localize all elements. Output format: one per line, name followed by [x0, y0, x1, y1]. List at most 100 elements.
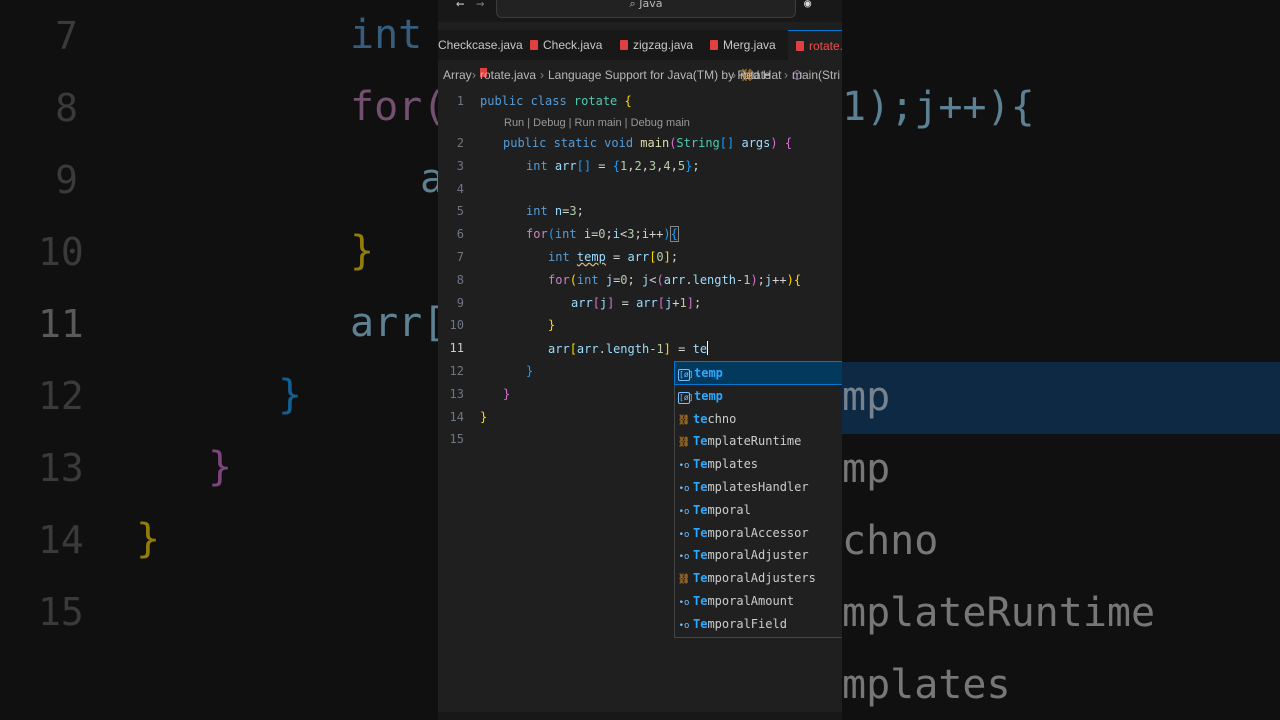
suggestion-item[interactable]: ⛓ TemplateRuntime — [675, 430, 842, 452]
forward-arrow-icon[interactable]: → — [476, 0, 484, 12]
java-file-icon — [530, 40, 538, 50]
code-line-10: } — [548, 318, 556, 332]
bg-line-number: 14 — [38, 518, 84, 562]
breadcrumb-separator: › — [472, 68, 476, 82]
bg-line-number: 15 — [38, 590, 84, 634]
bg-suggest-echo: chno — [842, 518, 939, 564]
bg-line-number: 7 — [55, 14, 78, 58]
code-editor-window: ← → ⌕ Java ◉ Checkcase.java Check.java z… — [438, 0, 842, 720]
line-number: 5 — [456, 204, 464, 218]
bg-suggest-echo: mplates — [842, 662, 1011, 708]
tab-zigzag[interactable]: zigzag.java — [620, 30, 693, 60]
interface-icon: •o — [678, 598, 690, 608]
line-number: 8 — [456, 273, 464, 287]
text-cursor — [707, 341, 709, 355]
suggestion-rest: mporal — [707, 503, 751, 517]
suggestion-item[interactable]: •o TemporalAmount — [675, 590, 842, 612]
suggestion-item[interactable]: [ø]temp — [675, 385, 842, 407]
suggestion-item[interactable]: •o TemplatesHandler — [675, 476, 842, 498]
code-line-3: int arr[] = {1,2,3,4,5}; — [526, 159, 700, 173]
command-center-search[interactable]: ⌕ Java — [496, 0, 796, 18]
suggestion-item[interactable]: •o TemporalAccessor — [675, 522, 842, 544]
suggestion-match: Te — [693, 434, 708, 448]
suggestion-item[interactable]: •o TemporalField — [675, 613, 842, 635]
suggestion-match: Te — [693, 526, 708, 540]
suggestion-match: temp — [694, 389, 723, 403]
suggestion-item[interactable]: ⛓ techno — [675, 408, 842, 430]
breadcrumb-folder[interactable]: Array — [443, 68, 472, 82]
code-line-1: public class rotate { — [480, 94, 632, 108]
bg-selection-highlight — [842, 362, 1280, 434]
suggestion-rest: mporalAccessor — [707, 526, 809, 540]
background-zoom-right: 1);j++){ mp mp chno mplateRuntime mplate… — [842, 0, 1280, 720]
class-icon: ⛓ — [677, 574, 691, 585]
status-bar — [438, 712, 842, 720]
breadcrumb-method-label: main(Stri — [792, 68, 841, 82]
breadcrumb-file-label: rotate.java — [480, 68, 537, 82]
line-number: 9 — [456, 296, 464, 310]
tab-label: rotate.ja — [809, 39, 842, 53]
suggestion-item[interactable]: ⛓ TemporalAdjusters — [675, 567, 842, 589]
tab-label: Checkcase.java — [438, 38, 523, 52]
line-number: 12 — [449, 364, 464, 378]
autocomplete-suggest-widget: [ø]temp [ø]temp ⛓ techno ⛓ TemplateRuntime… — [674, 361, 842, 638]
line-number: 2 — [456, 136, 464, 150]
suggestion-item[interactable]: [ø]temp — [674, 361, 842, 385]
code-line-13: } — [503, 387, 511, 401]
copilot-icon[interactable]: ◉ — [804, 0, 811, 10]
tab-label: Check.java — [543, 38, 603, 52]
bg-code-fragment: for(i — [350, 84, 438, 130]
java-file-icon — [620, 40, 628, 50]
bg-code-fragment: arr[a — [350, 300, 438, 346]
back-arrow-icon[interactable]: ← — [456, 0, 464, 12]
command-center-text: Java — [639, 0, 663, 10]
tab-rotate[interactable]: rotate.ja — [788, 30, 842, 61]
suggestion-rest: mporalField — [707, 617, 787, 631]
breadcrumb-separator: › — [732, 68, 736, 82]
bg-suggest-echo: mplateRuntime — [842, 590, 1156, 636]
code-line-6: for(int i=0;i<3;i++){ — [526, 226, 679, 242]
java-file-icon — [710, 40, 718, 50]
bg-code-fragment: } — [350, 228, 375, 274]
breadcrumb-class-label: rotate — [740, 68, 771, 82]
bg-code-fragment: 1);j++){ — [842, 84, 1035, 130]
bg-code-fragment: a — [420, 156, 438, 202]
tab-check[interactable]: Check.java — [530, 30, 602, 60]
title-bar: ← → ⌕ Java ◉ — [438, 0, 842, 22]
suggestion-match: Te — [693, 548, 708, 562]
bg-suggest-echo: mp — [842, 446, 891, 492]
suggestion-item[interactable]: •o Temporal — [675, 499, 842, 521]
interface-icon: •o — [678, 461, 690, 471]
code-line-5: int n=3; — [526, 204, 584, 218]
tab-merg[interactable]: Merg.java — [710, 30, 776, 60]
suggestion-rest: mporalAdjuster — [707, 548, 809, 562]
line-number: 3 — [456, 159, 464, 173]
code-line-9: arr[j] = arr[j+1]; — [571, 296, 702, 310]
tab-checkcase[interactable]: Checkcase.java — [438, 30, 523, 60]
suggestion-match: Te — [693, 594, 708, 608]
bg-line-number: 11 — [38, 302, 84, 346]
variable-icon: [ø] — [678, 392, 694, 404]
interface-icon: •o — [678, 484, 690, 494]
interface-icon: •o — [678, 552, 690, 562]
suggestion-rest: mporalAmount — [707, 594, 795, 608]
bg-line-number: 13 — [38, 446, 84, 490]
line-number: 1 — [456, 94, 464, 108]
bg-suggest-echo: mp — [842, 374, 891, 420]
bg-code-fragment: int t — [350, 12, 423, 58]
suggestion-item[interactable]: •o Templates — [675, 453, 842, 475]
codelens-run-debug[interactable]: Run | Debug | Run main | Debug main — [504, 117, 690, 129]
bg-line-number: 8 — [55, 86, 78, 130]
line-number: 7 — [456, 250, 464, 264]
suggestion-match: Te — [693, 457, 708, 471]
variable-icon: [ø] — [678, 369, 694, 381]
line-number: 10 — [449, 318, 464, 332]
tab-label: zigzag.java — [633, 38, 694, 52]
suggestion-item[interactable]: •o TemporalAdjuster — [675, 544, 842, 566]
suggestion-match: Te — [693, 503, 708, 517]
background-zoom-left: 7 8 9 10 11 12 13 14 15 int t for(i a } … — [0, 0, 438, 720]
suggestion-match: Te — [693, 480, 708, 494]
bg-line-number: 10 — [38, 230, 84, 274]
line-number: 13 — [449, 387, 464, 401]
line-number: 14 — [449, 410, 464, 424]
